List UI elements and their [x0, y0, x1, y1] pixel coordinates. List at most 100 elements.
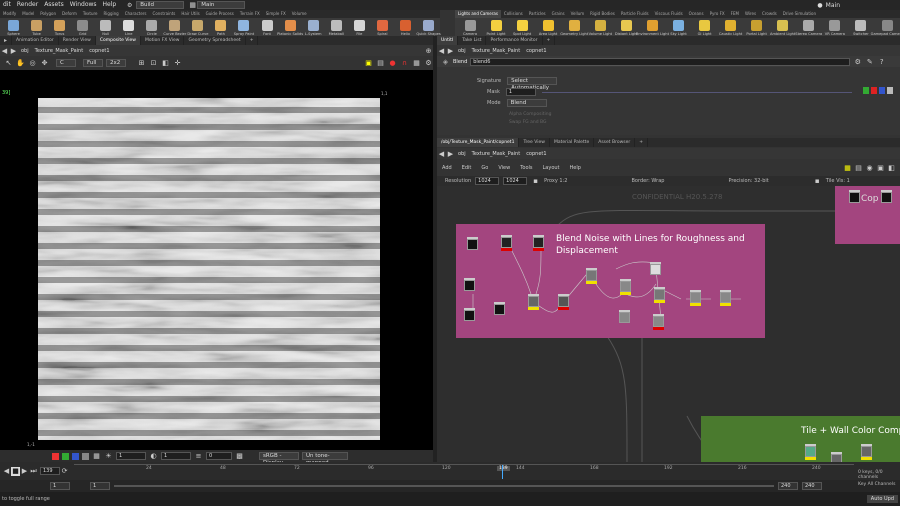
arrow-icon[interactable]: ↖ [4, 59, 13, 68]
tab-geometry-spreadsheet[interactable]: Geometry Spreadsheet [184, 36, 246, 45]
network-box-tile-wall[interactable]: Tile + Wall Color Comp [701, 416, 900, 462]
offset-icon[interactable]: ≡ [194, 452, 203, 461]
net-menu-edit[interactable]: Edit [457, 165, 477, 171]
shelf-tab[interactable]: Model [19, 10, 37, 18]
path-obj[interactable]: obj [18, 48, 32, 54]
stop-icon[interactable]: ■ [11, 466, 20, 476]
cop-node[interactable] [653, 314, 664, 330]
net-tool-icon[interactable]: ▤ [854, 164, 863, 173]
tab-animation-editor[interactable]: Animation Editor [12, 36, 59, 45]
proxy-checkbox[interactable]: ▪ [531, 177, 540, 186]
red-channel-toggle[interactable] [52, 452, 59, 460]
cop-node[interactable] [620, 279, 631, 295]
shelf-tab[interactable]: Terrain FX [237, 10, 263, 18]
tab-material-palette[interactable]: Material Palette [550, 138, 595, 147]
zoom-dropdown[interactable]: 2x2 [106, 59, 126, 67]
path-copnet[interactable]: copnet1 [86, 48, 112, 54]
shelf-tab[interactable]: FEM [728, 10, 742, 18]
gamma-icon[interactable]: ☀ [104, 452, 113, 461]
net-tool-icon[interactable]: ◧ [887, 164, 896, 173]
current-frame-marker[interactable]: 139 [497, 466, 510, 471]
swap-fg-bg-toggle[interactable]: Swap FG and BG [509, 120, 546, 125]
net-menu-help[interactable]: Help [565, 165, 586, 171]
color-space-dropdown[interactable]: sRGB - Display [259, 452, 299, 466]
shelf-tab[interactable]: Crowds [759, 10, 780, 18]
menu-windows[interactable]: Windows [67, 0, 100, 10]
red-swatch[interactable] [871, 87, 877, 94]
shelf-tab[interactable]: Pyro FX [707, 10, 728, 18]
add-tab-button[interactable]: + [543, 36, 556, 45]
green-channel-toggle[interactable] [62, 452, 69, 460]
tab-take-list[interactable]: Take List [458, 36, 487, 45]
exposure-field[interactable]: 1 [161, 452, 191, 460]
tab-render-view[interactable]: Render View [59, 36, 96, 45]
res-height-field[interactable]: 1024 [503, 177, 528, 185]
res-width-field[interactable]: 1024 [475, 177, 500, 185]
cop-node[interactable] [558, 294, 569, 310]
net-tool-icon[interactable]: ▦ [843, 164, 852, 173]
help-icon[interactable]: ? [877, 57, 886, 66]
tab-tree-view[interactable]: Tree View [519, 138, 550, 147]
net-tool-icon[interactable]: ◉ [865, 164, 874, 173]
blue-channel-toggle[interactable] [72, 452, 79, 460]
cop-node[interactable] [805, 444, 816, 460]
path-copnet[interactable]: copnet1 [523, 48, 549, 54]
tab-performance-monitor[interactable]: Performance Monitor [486, 36, 543, 45]
shelf-tab[interactable]: Oceans [686, 10, 707, 18]
cop-node[interactable] [654, 287, 665, 303]
net-menu-tools[interactable]: Tools [515, 165, 537, 171]
shelf-tab[interactable]: Characters [122, 10, 150, 18]
tonemap-dropdown[interactable]: Un tone-mapped [302, 452, 348, 466]
snapshot-icon[interactable]: ▤ [376, 59, 385, 68]
start-frame-field[interactable]: 1 [50, 482, 70, 490]
alpha-channel-toggle[interactable] [82, 452, 89, 460]
plane-dropdown[interactable]: C [56, 59, 76, 67]
path-obj[interactable]: obj [455, 151, 469, 157]
fit-icon[interactable]: ⊞ [137, 59, 146, 68]
shelf-tab[interactable]: Modify [0, 10, 19, 18]
cop-node[interactable] [494, 302, 505, 315]
main-label[interactable]: Main [826, 2, 840, 9]
shelf-tab[interactable]: Vellum [568, 10, 588, 18]
cop-node[interactable] [586, 268, 597, 284]
node-name-field[interactable]: blend6 [470, 57, 851, 66]
back-icon[interactable]: ◀ [437, 46, 446, 55]
cop-node[interactable] [831, 452, 842, 462]
exposure-icon[interactable]: ◐ [149, 452, 158, 461]
resolution-dropdown[interactable]: Full [83, 59, 103, 67]
realtime-icon[interactable]: ⟳ [60, 467, 69, 476]
white-swatch[interactable] [887, 87, 893, 94]
back-icon[interactable]: ◀ [437, 149, 446, 158]
gamma-field[interactable]: 1 [116, 452, 146, 460]
end-frame-field[interactable]: 240 [802, 482, 822, 490]
cop-node[interactable] [501, 235, 512, 251]
layout-icon[interactable]: ⚙ [125, 1, 134, 10]
cop-node[interactable] [690, 290, 701, 306]
blue-swatch[interactable] [879, 87, 885, 94]
shelf-tab[interactable]: Particle Fluids [618, 10, 652, 18]
net-menu-add[interactable]: Add [437, 165, 457, 171]
network-box-top[interactable]: Cop [835, 186, 900, 244]
pane-tab-menu-icon[interactable]: ▸ [0, 36, 13, 45]
cop-node[interactable] [467, 237, 478, 250]
network-canvas[interactable]: CONFIDENTIAL H20.5.278 Cop Blend Noise w… [437, 186, 900, 462]
tab-composite-view[interactable]: Composite View [95, 36, 141, 45]
tab-parameters[interactable]: Untitl [437, 36, 459, 45]
shelf-tab[interactable]: Grains [549, 10, 568, 18]
center-icon[interactable]: ✛ [173, 59, 182, 68]
key-all-channels-button[interactable]: Key All Channels [858, 482, 895, 487]
shelf-tab[interactable]: Texture [80, 10, 101, 18]
camera-icon[interactable]: ▦ [412, 59, 421, 68]
cop-node[interactable] [650, 262, 661, 275]
add-tab-button[interactable]: + [635, 138, 648, 147]
cop-node[interactable] [464, 278, 475, 291]
composite-viewer[interactable]: 39] 1,1 1,-1 [0, 70, 433, 450]
net-tool-icon[interactable]: ▣ [876, 164, 885, 173]
menu-edit[interactable]: dit [0, 0, 14, 10]
compare-icon[interactable]: ◧ [161, 59, 170, 68]
path-texture-mask-paint[interactable]: Texture_Mask_Paint [469, 48, 524, 54]
path-texture-mask-paint[interactable]: Texture_Mask_Paint [469, 151, 524, 157]
cop-node[interactable] [720, 290, 731, 306]
shelf-tab[interactable]: Rigging [101, 10, 122, 18]
tab-motion-fx-view[interactable]: Motion FX View [141, 36, 185, 45]
